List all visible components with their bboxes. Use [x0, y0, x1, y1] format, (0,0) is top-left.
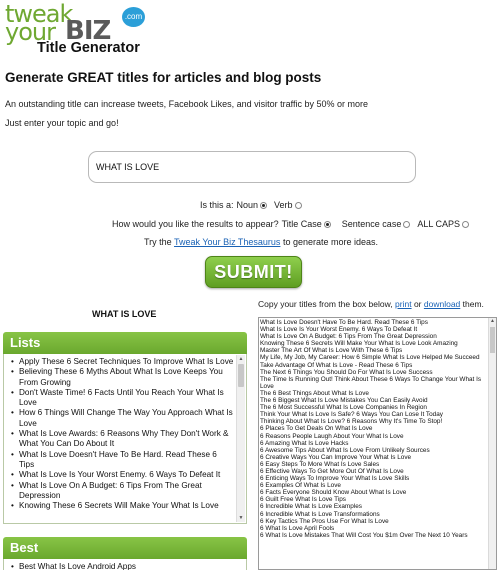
thesaurus-suffix: to generate more ideas.: [282, 237, 379, 247]
sentence-case-radio[interactable]: [403, 220, 411, 228]
list-item[interactable]: What Is Love Doesn't Have To Be Hard. Re…: [10, 450, 234, 471]
copy-line: 6 Incredible What Is Love Transformation…: [260, 510, 380, 518]
copy-line: My Life, My Job, My Career: How 6 Simple…: [260, 354, 480, 362]
copy-line: 6 Facts Everyone Should Know About What …: [260, 489, 407, 497]
copy-line: Knowing These 6 Secrets Will Make Your W…: [260, 340, 458, 348]
word-type-row: Is this a: Noun Verb: [200, 200, 309, 210]
copy-line: 6 Key Tactics The Pros Use For What Is L…: [260, 517, 389, 525]
site-logo[interactable]: tweak your BIZ .com Title Generator: [5, 2, 145, 60]
logo-word-your: your: [5, 18, 56, 46]
download-link[interactable]: download: [424, 299, 460, 309]
lists-section-header: Lists: [3, 332, 247, 354]
copy-line: 6 Reasons People Laugh About Your What I…: [260, 432, 404, 440]
copy-line: 6 Guilt Free What Is Love Tips: [260, 496, 346, 504]
submit-button[interactable]: SUBMIT!: [205, 256, 302, 288]
copy-line: The 6 Best Things About What Is Love: [260, 389, 369, 397]
copy-line: 6 What Is Love Mistakes That Will Cost Y…: [260, 531, 468, 539]
noun-radio[interactable]: [260, 201, 268, 209]
list-item[interactable]: Apply These 6 Secret Techniques To Impro…: [10, 357, 234, 368]
copy-line: What Is Love Is Your Worst Enemy. 6 Ways…: [260, 326, 418, 334]
list-item[interactable]: What Is Love Is Your Worst Enemy. 6 Ways…: [10, 470, 234, 481]
titles-copy-box[interactable]: What Is Love Doesn't Have To Be Hard. Re…: [258, 317, 497, 570]
copy-line: What Is Love On A Budget: 6 Tips From Th…: [260, 333, 437, 341]
all-caps-label[interactable]: ALL CAPS: [417, 219, 460, 229]
copy-line: The Time Is Running Out! Think About The…: [260, 375, 482, 390]
scroll-down-arrow-icon[interactable]: ▼: [237, 514, 245, 522]
lists-section-body[interactable]: Apply These 6 Secret Techniques To Impro…: [3, 354, 247, 524]
list-item[interactable]: Don't Waste Time! 6 Facts Until You Reac…: [10, 388, 234, 409]
copy-line: Thinking About What Is Love? 6 Reasons W…: [260, 418, 443, 426]
copy-line: 6 Awesome Tips About What Is Love From U…: [260, 446, 430, 454]
copy-box-lines: What Is Love Doesn't Have To Be Hard. Re…: [260, 319, 487, 539]
sentence-case-label[interactable]: Sentence case: [342, 219, 402, 229]
page-description: An outstanding title can increase tweets…: [5, 99, 369, 109]
copy-line: Take Advantage Of What Is Love - Read Th…: [260, 361, 413, 369]
all-caps-radio[interactable]: [462, 220, 470, 228]
copy-line: 6 Places To Get Deals On What Is Love: [260, 425, 373, 433]
list-item[interactable]: What Is Love On A Budget: 6 Tips From Th…: [10, 481, 234, 502]
logo-dotcom-bubble: .com: [122, 7, 145, 27]
lists-items: Apply These 6 Secret Techniques To Impro…: [4, 354, 246, 512]
lists-scrollbar[interactable]: ▲ ▼: [236, 355, 245, 522]
copy-line: 6 Incredible What Is Love Examples: [260, 503, 362, 511]
case-option-row: How would you like the results to appear…: [112, 219, 476, 229]
best-section: Best Best What Is Love Android Apps: [3, 537, 247, 570]
list-item[interactable]: Knowing These 6 Secrets Will Make Your W…: [10, 501, 234, 512]
page-headline: Generate GREAT titles for articles and b…: [5, 70, 322, 85]
scroll-thumb[interactable]: [238, 364, 244, 387]
print-link[interactable]: print: [395, 299, 412, 309]
scroll-up-arrow-icon[interactable]: ▲: [237, 355, 245, 363]
copy-box-scrollbar[interactable]: ▲: [488, 318, 496, 569]
page-instruction: Just enter your topic and go!: [5, 118, 119, 128]
scroll-up-arrow-icon[interactable]: ▲: [489, 318, 496, 325]
copy-line: 6 Effective Ways To Get More Out Of What…: [260, 467, 404, 475]
verb-option-label[interactable]: Verb: [274, 200, 293, 210]
list-item[interactable]: What Is Love Awards: 6 Reasons Why They …: [10, 429, 234, 450]
best-section-header: Best: [3, 537, 247, 559]
copy-instruction: Copy your titles from the box below, pri…: [258, 299, 484, 309]
scroll-thumb[interactable]: [490, 327, 495, 353]
best-section-body[interactable]: Best What Is Love Android Apps: [3, 559, 247, 570]
copy-prefix: Copy your titles from the box below,: [258, 299, 393, 309]
thesaurus-link[interactable]: Tweak Your Biz Thesaurus: [174, 237, 280, 247]
copy-line: 6 Enticing Ways To Improve Your What Is …: [260, 475, 410, 483]
word-type-label: Is this a:: [200, 200, 234, 210]
noun-option-label[interactable]: Noun: [237, 200, 259, 210]
logo-word-biz: BIZ: [65, 16, 111, 46]
copy-line: 6 What Is Love April Fools: [260, 524, 335, 532]
copy-line: What Is Love Doesn't Have To Be Hard. Re…: [260, 319, 428, 326]
logo-subtitle: Title Generator: [37, 40, 140, 56]
thesaurus-line: Try the Tweak Your Biz Thesaurus to gene…: [144, 237, 378, 247]
copy-line: Think Your What Is Love Is Safe? 6 Ways …: [260, 411, 443, 419]
list-item[interactable]: Best What Is Love Android Apps: [10, 562, 234, 570]
title-case-radio[interactable]: [323, 220, 331, 228]
list-item[interactable]: How 6 Things Will Change The Way You App…: [10, 408, 234, 429]
copy-line: The 6 Biggest What Is Love Mistakes You …: [260, 397, 428, 405]
case-option-label: How would you like the results to appear…: [112, 219, 279, 229]
copy-line: 6 Creative Ways You Can Improve Your Wha…: [260, 453, 412, 461]
lists-section: Lists Apply These 6 Secret Techniques To…: [3, 332, 247, 524]
topic-input[interactable]: [88, 151, 416, 183]
results-title: WHAT IS LOVE: [92, 309, 157, 319]
thesaurus-prefix: Try the: [144, 237, 172, 247]
title-case-label[interactable]: Title Case: [282, 219, 322, 229]
copy-line: The 6 Most Successful What Is Love Compa…: [260, 404, 427, 412]
copy-suffix: them.: [462, 299, 484, 309]
copy-line: 6 Amazing What Is Love Hacks: [260, 439, 349, 447]
list-item[interactable]: Believing These 6 Myths About What Is Lo…: [10, 367, 234, 388]
copy-line: 6 Examples Of What Is Love: [260, 482, 341, 490]
verb-radio[interactable]: [294, 201, 302, 209]
best-items: Best What Is Love Android Apps: [4, 559, 246, 570]
copy-line: The Next 6 Things You Should Do For What…: [260, 368, 433, 376]
copy-or: or: [413, 299, 422, 309]
copy-line: 6 Easy Steps To More What Is Love Sales: [260, 460, 380, 468]
copy-line: Master The Art Of What Is Love With Thes…: [260, 347, 403, 355]
